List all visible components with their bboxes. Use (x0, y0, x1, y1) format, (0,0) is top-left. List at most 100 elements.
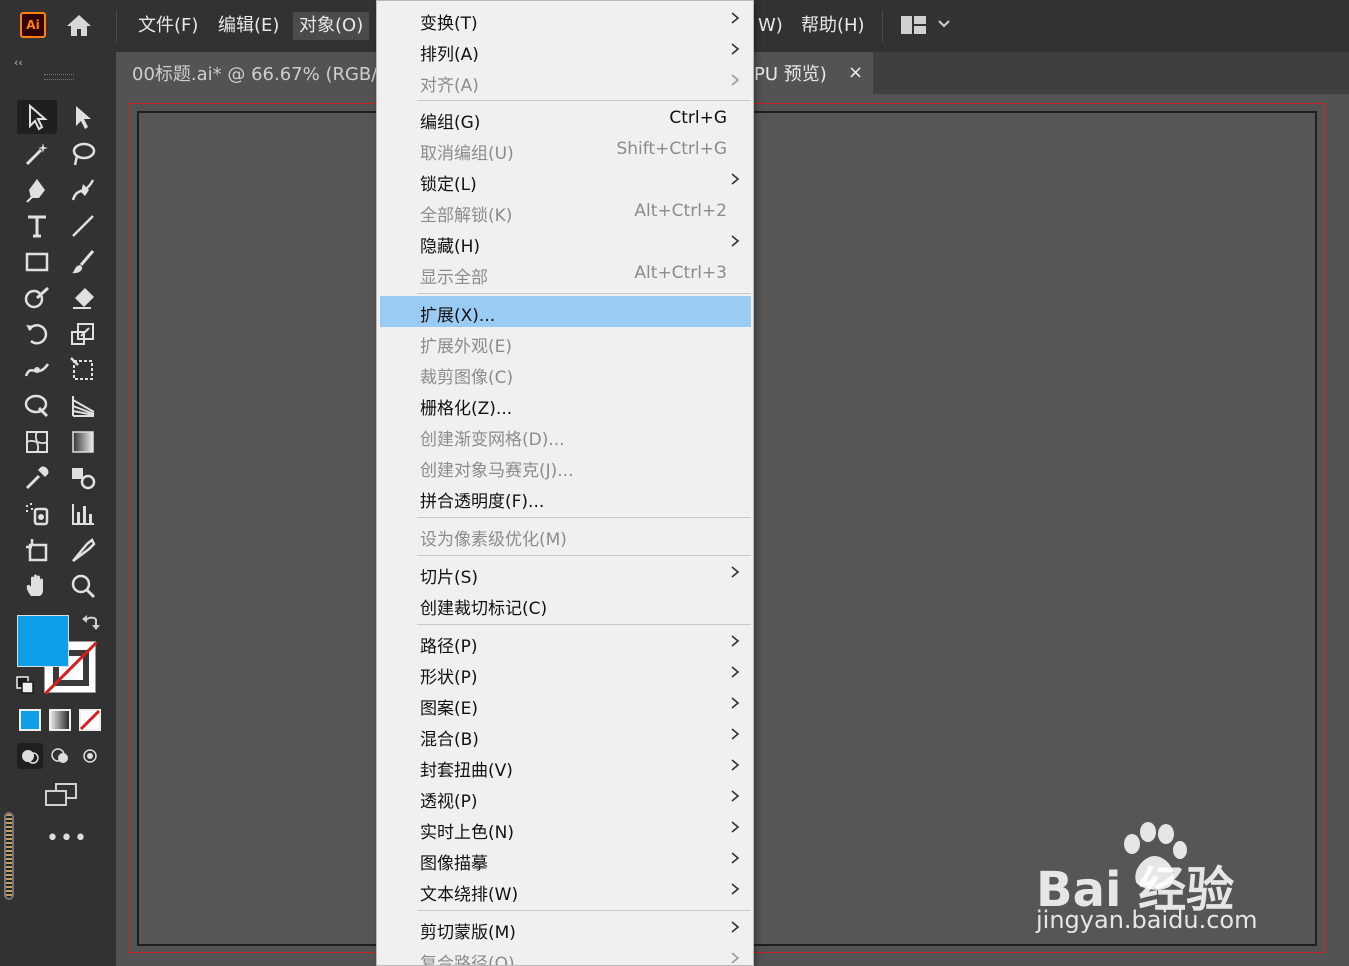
menu-item-perspective[interactable]: 透视(P) (380, 782, 751, 813)
menu-item-transform[interactable]: 变换(T) (380, 4, 751, 35)
width-tool-icon[interactable] (17, 353, 57, 387)
panel-scroll-handle[interactable] (4, 812, 14, 900)
menu-file[interactable]: 文件(F) (132, 12, 204, 40)
column-graph-tool-icon[interactable] (63, 497, 103, 531)
pen-tool-icon[interactable] (17, 173, 57, 207)
baidu-jingyan-watermark: Bai 经验 jingyan.baidu.com (1030, 820, 1280, 940)
panel-grip[interactable] (44, 74, 74, 80)
chevron-right-icon (731, 728, 740, 740)
menu-item-crop-image[interactable]: 裁剪图像(C) (380, 358, 751, 389)
collapse-panel-icon[interactable]: ‹‹ (14, 56, 23, 69)
menu-item-create-object-mosaic[interactable]: 创建对象马赛克(J)... (380, 451, 751, 482)
eraser-tool-icon[interactable] (63, 281, 103, 315)
home-icon[interactable] (64, 12, 94, 38)
menu-item-unlock-all[interactable]: 全部解锁(K) Alt+Ctrl+2 (380, 196, 751, 227)
shortcut-label: Alt+Ctrl+3 (634, 263, 727, 283)
color-mode-icon[interactable] (19, 709, 41, 731)
menu-item-path[interactable]: 路径(P) (380, 627, 751, 658)
screen-mode-icon[interactable] (44, 782, 78, 808)
none-mode-icon[interactable] (79, 709, 101, 731)
menu-item-live-paint[interactable]: 实时上色(N) (380, 813, 751, 844)
chevron-right-icon (731, 43, 740, 55)
menu-separator (417, 555, 751, 556)
document-tab-title: 00标题.ai* @ 66.67% (RGB/C (132, 64, 390, 85)
menubar-divider (882, 10, 883, 42)
menu-item-create-trim-marks[interactable]: 创建裁切标记(C) (380, 589, 751, 620)
illustrator-logo: Ai (20, 12, 46, 38)
draw-inside-icon[interactable] (77, 743, 103, 769)
menu-item-lock[interactable]: 锁定(L) (380, 165, 751, 196)
menu-item-envelope-distort[interactable]: 封套扭曲(V) (380, 751, 751, 782)
magic-wand-tool-icon[interactable] (17, 137, 57, 171)
lasso-tool-icon[interactable] (63, 137, 103, 171)
perspective-grid-tool-icon[interactable] (63, 389, 103, 423)
menu-item-expand-appearance[interactable]: 扩展外观(E) (380, 327, 751, 358)
artboard-tool-icon[interactable] (17, 533, 57, 567)
menu-item-clipping-mask[interactable]: 剪切蒙版(M) (380, 913, 751, 944)
menu-separator (417, 910, 751, 911)
menubar-divider (116, 10, 117, 42)
menu-item-arrange[interactable]: 排列(A) (380, 35, 751, 66)
menu-item-show-all[interactable]: 显示全部 Alt+Ctrl+3 (380, 258, 751, 289)
scale-tool-icon[interactable] (63, 317, 103, 351)
menu-window[interactable]: W) (752, 12, 789, 40)
menu-item-flatten-transparency[interactable]: 拼合透明度(F)... (380, 482, 751, 513)
blend-tool-icon[interactable] (63, 461, 103, 495)
zoom-tool-icon[interactable] (63, 569, 103, 603)
slice-tool-icon[interactable] (63, 533, 103, 567)
rotate-tool-icon[interactable] (17, 317, 57, 351)
shape-builder-tool-icon[interactable] (17, 389, 57, 423)
mesh-tool-icon[interactable] (17, 425, 57, 459)
workspace-layout-icon[interactable] (900, 14, 928, 36)
hand-tool-icon[interactable] (17, 569, 57, 603)
gradient-mode-icon[interactable] (49, 709, 71, 731)
menu-item-create-gradient-mesh[interactable]: 创建渐变网格(D)... (380, 420, 751, 451)
menu-item-image-trace[interactable]: 图像描摹 (380, 844, 751, 875)
close-tab-icon[interactable]: × (848, 62, 863, 83)
rectangle-tool-icon[interactable] (17, 245, 57, 279)
menu-item-ungroup[interactable]: 取消编组(U) Shift+Ctrl+G (380, 134, 751, 165)
menu-item-compound-path[interactable]: 复合路径(O) (380, 944, 751, 965)
watermark-url: jingyan.baidu.com (1036, 906, 1258, 934)
chevron-down-icon[interactable] (936, 16, 952, 32)
menu-item-expand[interactable]: 扩展(X)... (380, 296, 751, 327)
free-transform-tool-icon[interactable] (63, 353, 103, 387)
menu-separator (417, 517, 751, 518)
draw-behind-icon[interactable] (47, 743, 73, 769)
menu-item-blend[interactable]: 混合(B) (380, 720, 751, 751)
gradient-tool-icon[interactable] (63, 425, 103, 459)
chevron-right-icon (731, 235, 740, 247)
symbol-sprayer-tool-icon[interactable] (17, 497, 57, 531)
menu-edit[interactable]: 编辑(E) (212, 12, 285, 40)
draw-normal-icon[interactable] (17, 743, 43, 769)
type-tool-icon[interactable] (17, 209, 57, 243)
chevron-right-icon (731, 921, 740, 933)
line-segment-tool-icon[interactable] (63, 209, 103, 243)
shaper-tool-icon[interactable] (17, 281, 57, 315)
menu-item-align[interactable]: 对齐(A) (380, 66, 751, 97)
menu-item-slice[interactable]: 切片(S) (380, 558, 751, 589)
chevron-right-icon (731, 173, 740, 185)
direct-selection-tool-icon[interactable] (63, 100, 103, 134)
menu-item-rasterize[interactable]: 栅格化(Z)... (380, 389, 751, 420)
swap-fill-stroke-icon[interactable] (80, 613, 102, 635)
menu-object[interactable]: 对象(O) (293, 12, 370, 40)
menu-item-group[interactable]: 编组(G) Ctrl+G (380, 103, 751, 134)
chevron-right-icon (731, 821, 740, 833)
menu-item-shape[interactable]: 形状(P) (380, 658, 751, 689)
menu-help[interactable]: 帮助(H) (795, 12, 871, 40)
selection-tool-icon[interactable] (17, 100, 57, 134)
menu-item-hide[interactable]: 隐藏(H) (380, 227, 751, 258)
menu-item-text-wrap[interactable]: 文本绕排(W) (380, 875, 751, 906)
chevron-right-icon (731, 697, 740, 709)
chevron-right-icon (731, 790, 740, 802)
more-tools-icon[interactable]: ••• (46, 826, 88, 851)
default-fill-stroke-icon[interactable] (16, 676, 34, 694)
menu-item-pattern[interactable]: 图案(E) (380, 689, 751, 720)
curvature-tool-icon[interactable] (63, 173, 103, 207)
eyedropper-tool-icon[interactable] (17, 461, 57, 495)
paintbrush-tool-icon[interactable] (63, 245, 103, 279)
shortcut-label: Shift+Ctrl+G (616, 139, 727, 159)
menu-item-pixel-optimize[interactable]: 设为像素级优化(M) (380, 520, 751, 551)
fill-color-swatch[interactable] (17, 615, 69, 667)
